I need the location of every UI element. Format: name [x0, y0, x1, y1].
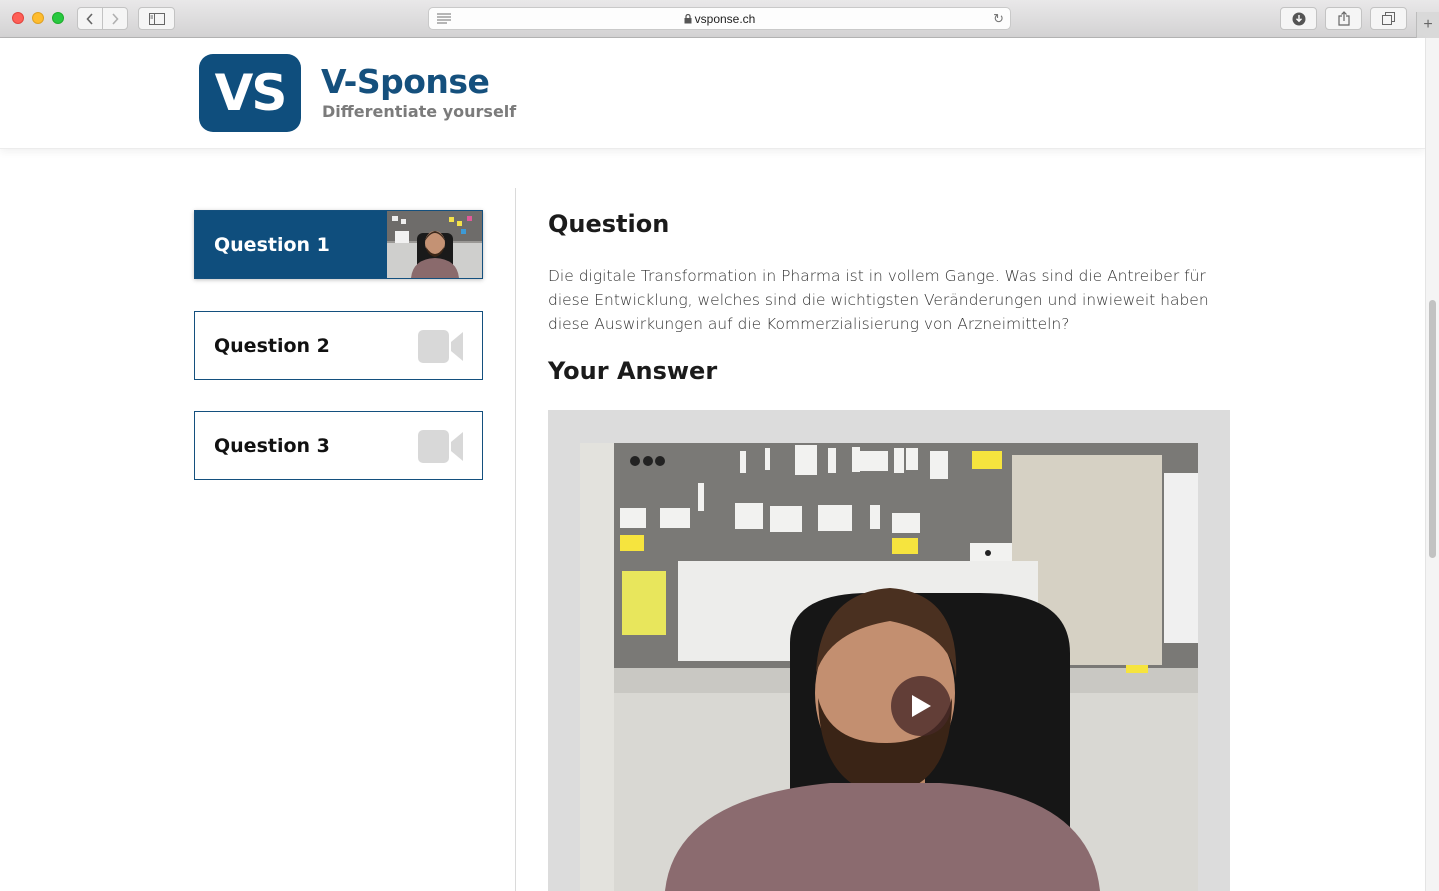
question-tab-label: Question 3 [214, 434, 330, 457]
site-header: VS V-Sponse Differentiate yourself [0, 38, 1425, 149]
question-tab-label: Question 1 [214, 233, 330, 256]
question-tab-2[interactable]: Question 2 [194, 311, 483, 380]
question-tab-3[interactable]: Question 3 [194, 411, 483, 480]
brand-tagline: Differentiate yourself [322, 102, 517, 121]
forward-button[interactable] [102, 7, 128, 30]
video-frame-image [580, 443, 1198, 891]
address-bar[interactable]: vsponse.ch ↻ [428, 7, 1011, 30]
new-tab-button[interactable]: + [1416, 12, 1439, 38]
show-sidebar-button[interactable] [138, 7, 175, 30]
page-scrollbar-thumb[interactable] [1429, 300, 1436, 558]
logo-text: VS [214, 64, 288, 122]
download-icon [1292, 12, 1305, 25]
answer-video-player[interactable] [580, 443, 1198, 891]
play-button[interactable] [891, 676, 951, 736]
thumbnail-image [387, 211, 482, 278]
url-label: vsponse.ch [694, 12, 756, 26]
site-logo[interactable]: VS [199, 54, 301, 132]
url-text: vsponse.ch [429, 12, 1010, 26]
back-button[interactable] [77, 7, 103, 30]
answer-video-container [548, 410, 1230, 891]
brand-name[interactable]: V-Sponse [321, 62, 490, 101]
answer-heading: Your Answer [548, 357, 718, 385]
share-button[interactable] [1325, 7, 1362, 30]
sidebar-icon [148, 12, 165, 25]
zoom-window-button[interactable] [52, 12, 64, 24]
browser-toolbar: vsponse.ch ↻ + [0, 0, 1439, 38]
chevron-left-icon [86, 12, 93, 25]
tab-overview-button[interactable] [1370, 7, 1407, 30]
question-tab-label: Question 2 [214, 334, 330, 357]
question-text: Die digitale Transformation in Pharma is… [548, 267, 1209, 333]
reload-icon[interactable]: ↻ [993, 11, 1004, 27]
video-camera-icon [418, 430, 463, 463]
minimize-window-button[interactable] [32, 12, 44, 24]
close-window-button[interactable] [12, 12, 24, 24]
question-tab-1[interactable]: Question 1 [194, 210, 483, 279]
share-icon [1337, 11, 1350, 26]
downloads-button[interactable] [1280, 7, 1317, 30]
question-heading: Question [548, 210, 670, 238]
tabs-icon [1382, 12, 1395, 25]
chevron-right-icon [112, 12, 119, 25]
video-camera-icon [418, 330, 463, 363]
column-divider [515, 188, 516, 891]
answer-video-thumbnail[interactable] [387, 211, 482, 278]
lock-icon [684, 13, 692, 24]
play-icon [912, 695, 931, 717]
